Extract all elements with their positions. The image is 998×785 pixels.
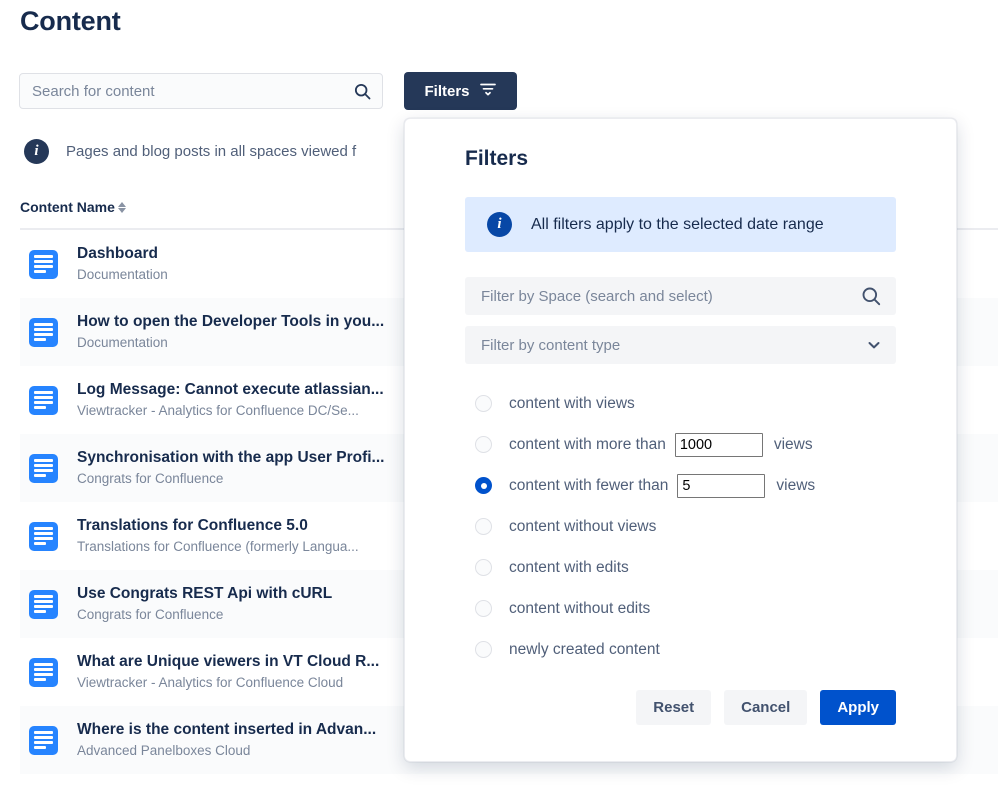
- radio-label-fewer-than: content with fewer than: [509, 477, 668, 495]
- info-bar-text: Pages and blog posts in all spaces viewe…: [66, 143, 356, 160]
- app-root: Content Search for content Filters i Pag…: [0, 0, 998, 785]
- table-row-space: Congrats for Confluence: [77, 469, 384, 488]
- table-row-text: Use Congrats REST Api with cURLCongrats …: [77, 584, 332, 624]
- table-row-title[interactable]: Use Congrats REST Api with cURL: [77, 584, 332, 604]
- filter-option-fewer-than[interactable]: content with fewer than views: [465, 465, 896, 506]
- radio-with-edits[interactable]: [475, 559, 492, 576]
- table-row-title[interactable]: Translations for Confluence 5.0: [77, 516, 359, 536]
- content-type-filter-select[interactable]: Filter by content type: [465, 326, 896, 364]
- table-row-space: Advanced Panelboxes Cloud: [77, 741, 376, 760]
- radio-label-newly-created: newly created content: [509, 641, 660, 659]
- table-row-text: DashboardDocumentation: [77, 244, 168, 284]
- filter-option-with-edits[interactable]: content with edits: [465, 547, 896, 588]
- sort-desc-arrow: [118, 208, 126, 213]
- page-title: Content: [20, 6, 121, 37]
- space-filter-input[interactable]: Filter by Space (search and select): [465, 277, 896, 315]
- table-row-space: Documentation: [77, 333, 384, 352]
- radio-more-than[interactable]: [475, 436, 492, 453]
- filters-panel-footer: Reset Cancel Apply: [465, 690, 896, 725]
- reset-button[interactable]: Reset: [636, 690, 711, 725]
- cancel-button[interactable]: Cancel: [724, 690, 807, 725]
- views-threshold-input-more-than[interactable]: [675, 433, 763, 457]
- info-icon: i: [487, 212, 512, 237]
- filter-icon: [479, 81, 497, 101]
- sort-asc-arrow: [118, 202, 126, 207]
- page-icon: [29, 318, 58, 347]
- content-type-filter-placeholder: Filter by content type: [481, 337, 866, 354]
- views-suffix-fewer-than: views: [776, 477, 815, 495]
- table-row-space: Congrats for Confluence: [77, 605, 332, 624]
- filter-options-group: content with views content with more than…: [465, 383, 896, 670]
- table-row-space: Translations for Confluence (formerly La…: [77, 537, 359, 556]
- radio-label-more-than: content with more than: [509, 436, 666, 454]
- radio-fewer-than[interactable]: [475, 477, 492, 494]
- page-icon: [29, 250, 58, 279]
- table-row-space: Viewtracker - Analytics for Confluence C…: [77, 673, 379, 692]
- table-row-text: Where is the content inserted in Advan..…: [77, 720, 376, 760]
- page-icon: [29, 454, 58, 483]
- filter-option-without-views[interactable]: content without views: [465, 506, 896, 547]
- table-row-text: Translations for Confluence 5.0Translati…: [77, 516, 359, 556]
- info-bar: i Pages and blog posts in all spaces vie…: [24, 139, 454, 164]
- chevron-down-icon[interactable]: [866, 337, 882, 353]
- views-threshold-input-fewer-than[interactable]: [677, 474, 765, 498]
- page-icon: [29, 522, 58, 551]
- radio-label-without-edits: content without edits: [509, 600, 650, 618]
- column-header-label: Content Name: [20, 199, 115, 215]
- table-row-space: Viewtracker - Analytics for Confluence D…: [77, 401, 384, 420]
- info-icon: i: [24, 139, 49, 164]
- table-row-title[interactable]: Where is the content inserted in Advan..…: [77, 720, 376, 740]
- page-icon: [29, 658, 58, 687]
- radio-without-edits[interactable]: [475, 600, 492, 617]
- filters-panel: Filters i All filters apply to the selec…: [404, 118, 957, 762]
- filter-option-more-than[interactable]: content with more than views: [465, 424, 896, 465]
- table-row-text: Log Message: Cannot execute atlassian...…: [77, 380, 384, 420]
- views-suffix-more-than: views: [774, 436, 813, 454]
- page-icon: [29, 726, 58, 755]
- filter-option-with-views[interactable]: content with views: [465, 383, 896, 424]
- table-row-text: What are Unique viewers in VT Cloud R...…: [77, 652, 379, 692]
- apply-button[interactable]: Apply: [820, 690, 896, 725]
- page-icon: [29, 590, 58, 619]
- column-header-content-name[interactable]: Content Name: [20, 199, 126, 215]
- table-row-title[interactable]: What are Unique viewers in VT Cloud R...: [77, 652, 379, 672]
- radio-label-without-views: content without views: [509, 518, 656, 536]
- search-input-placeholder: Search for content: [32, 83, 353, 100]
- table-row-title[interactable]: How to open the Developer Tools in you..…: [77, 312, 384, 332]
- table-row-text: How to open the Developer Tools in you..…: [77, 312, 384, 352]
- filter-option-without-edits[interactable]: content without edits: [465, 588, 896, 629]
- page-icon: [29, 386, 58, 415]
- filters-notice-text: All filters apply to the selected date r…: [531, 216, 824, 234]
- filters-notice: i All filters apply to the selected date…: [465, 197, 896, 252]
- table-row-title[interactable]: Dashboard: [77, 244, 168, 264]
- radio-label-with-views: content with views: [509, 395, 635, 413]
- sort-icon[interactable]: [118, 202, 126, 213]
- radio-label-with-edits: content with edits: [509, 559, 629, 577]
- radio-with-views[interactable]: [475, 395, 492, 412]
- search-icon[interactable]: [860, 285, 882, 307]
- radio-newly-created[interactable]: [475, 641, 492, 658]
- filters-button[interactable]: Filters: [404, 72, 517, 110]
- radio-without-views[interactable]: [475, 518, 492, 535]
- space-filter-placeholder: Filter by Space (search and select): [481, 288, 860, 305]
- search-icon: [353, 82, 372, 101]
- table-row-text: Synchronisation with the app User Profi.…: [77, 448, 384, 488]
- filters-panel-title: Filters: [465, 147, 926, 171]
- table-row-space: Documentation: [77, 265, 168, 284]
- search-input[interactable]: Search for content: [19, 73, 383, 109]
- filter-option-newly-created[interactable]: newly created content: [465, 629, 896, 670]
- table-row-title[interactable]: Log Message: Cannot execute atlassian...: [77, 380, 384, 400]
- filters-button-label: Filters: [424, 83, 469, 100]
- table-row-title[interactable]: Synchronisation with the app User Profi.…: [77, 448, 384, 468]
